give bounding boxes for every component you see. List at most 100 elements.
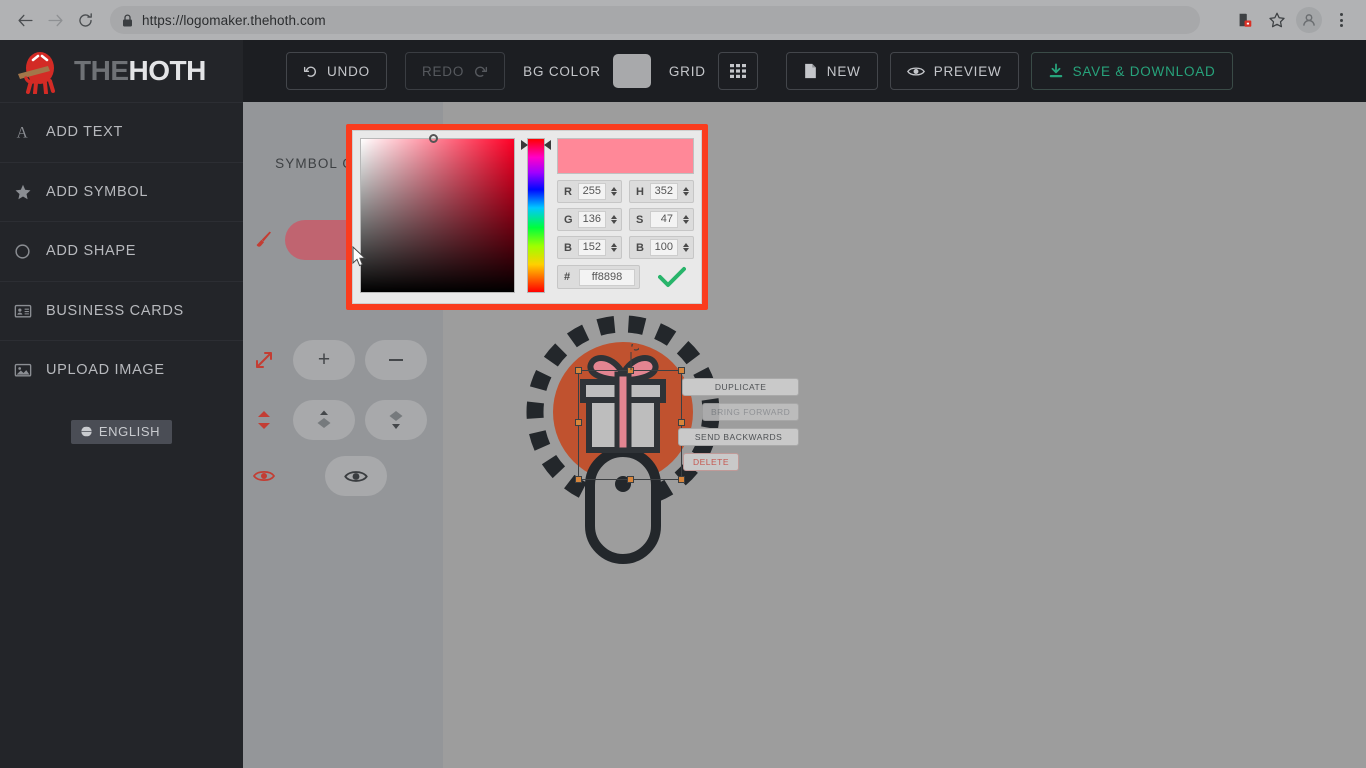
undo-label: UNDO bbox=[327, 63, 370, 79]
field-r-value[interactable]: 255 bbox=[578, 183, 606, 200]
field-b-hsb-label: B bbox=[636, 241, 644, 254]
bg-color-swatch[interactable] bbox=[612, 54, 651, 88]
field-s-stepper[interactable] bbox=[682, 215, 690, 224]
forward-arrow-icon bbox=[47, 14, 63, 26]
preview-label: PREVIEW bbox=[933, 63, 1002, 79]
field-s[interactable]: S 47 bbox=[629, 208, 694, 231]
field-b-rgb-stepper[interactable] bbox=[610, 243, 618, 252]
hue-strip[interactable] bbox=[527, 138, 545, 293]
field-b-rgb-label: B bbox=[564, 241, 572, 254]
resize-handle-tr[interactable] bbox=[678, 367, 685, 374]
send-backwards-button[interactable] bbox=[365, 400, 427, 440]
eye-icon bbox=[344, 470, 368, 482]
size-increase-button[interactable]: + bbox=[293, 340, 355, 380]
option-row-layer bbox=[243, 400, 443, 440]
field-r[interactable]: R 255 bbox=[557, 180, 622, 203]
preview-button[interactable]: PREVIEW bbox=[889, 52, 1019, 90]
resize-arrows-icon bbox=[243, 350, 285, 370]
url-text: https://logomaker.thehoth.com bbox=[142, 12, 326, 28]
sidebar-item-add-text[interactable]: A ADD TEXT bbox=[0, 102, 243, 162]
color-preview-swatch bbox=[557, 138, 694, 174]
brand-the: THE bbox=[74, 55, 129, 86]
reload-button[interactable] bbox=[70, 5, 100, 35]
field-r-stepper[interactable] bbox=[610, 187, 618, 196]
kebab-menu-icon bbox=[1339, 13, 1343, 27]
redo-label: REDO bbox=[421, 63, 465, 79]
hoth-mascot-logo bbox=[18, 52, 55, 94]
sidebar-item-label: ADD SYMBOL bbox=[46, 183, 149, 200]
resize-handle-tl[interactable] bbox=[575, 367, 582, 374]
address-bar[interactable]: https://logomaker.thehoth.com bbox=[110, 6, 1200, 34]
grid-label: GRID bbox=[668, 63, 706, 79]
sidebar-item-add-shape[interactable]: ADD SHAPE bbox=[0, 221, 243, 281]
image-upload-icon bbox=[14, 361, 40, 379]
extension-icon[interactable] bbox=[1230, 5, 1260, 35]
field-h-stepper[interactable] bbox=[682, 187, 690, 196]
field-h-value[interactable]: 352 bbox=[650, 183, 678, 200]
size-increase-label: + bbox=[317, 348, 331, 371]
resize-handle-bc[interactable] bbox=[627, 476, 634, 483]
browser-menu-button[interactable] bbox=[1326, 5, 1356, 35]
document-icon bbox=[804, 63, 816, 79]
sidebar: THEHOTH A ADD TEXT ADD SYMBOL ADD SHAPE bbox=[0, 40, 243, 768]
size-decrease-button[interactable] bbox=[365, 340, 427, 380]
undo-button[interactable]: UNDO bbox=[286, 52, 387, 90]
field-b-hsb-stepper[interactable] bbox=[682, 243, 690, 252]
svg-text:A: A bbox=[17, 124, 29, 140]
profile-avatar[interactable] bbox=[1294, 5, 1324, 35]
grid-toggle-button[interactable] bbox=[717, 52, 758, 90]
paint-brush-icon bbox=[243, 230, 285, 250]
mouse-cursor bbox=[352, 246, 367, 267]
field-h[interactable]: H 352 bbox=[629, 180, 694, 203]
sidebar-item-label: ADD SHAPE bbox=[46, 243, 137, 260]
context-menu-duplicate[interactable]: DUPLICATE bbox=[682, 378, 800, 396]
redo-arrow-icon bbox=[475, 66, 488, 77]
context-menu: DUPLICATE BRING FORWARD SEND BACKWARDS D… bbox=[678, 378, 800, 471]
field-g-stepper[interactable] bbox=[610, 215, 618, 224]
resize-handle-ml[interactable] bbox=[575, 419, 582, 426]
save-download-label: SAVE & DOWNLOAD bbox=[1072, 63, 1216, 79]
hex-field[interactable]: # ff8898 bbox=[557, 265, 640, 289]
avatar bbox=[1296, 7, 1322, 33]
hue-slider[interactable] bbox=[521, 138, 551, 293]
resize-handle-br[interactable] bbox=[678, 476, 685, 483]
selection-box[interactable] bbox=[575, 344, 685, 483]
bookmark-star-icon[interactable] bbox=[1262, 5, 1292, 35]
sidebar-item-add-symbol[interactable]: ADD SYMBOL bbox=[0, 161, 243, 222]
visibility-toggle-button[interactable] bbox=[325, 456, 387, 496]
sv-cursor-handle[interactable] bbox=[429, 134, 438, 143]
saturation-value-area[interactable] bbox=[360, 134, 515, 293]
back-button[interactable] bbox=[10, 5, 40, 35]
context-menu-bring-forward[interactable]: BRING FORWARD bbox=[702, 403, 800, 421]
resize-handle-bl[interactable] bbox=[575, 476, 582, 483]
forward-button[interactable] bbox=[40, 5, 70, 35]
field-b-hsb[interactable]: B 100 bbox=[629, 236, 694, 259]
rotate-handle[interactable] bbox=[623, 344, 639, 370]
sidebar-item-business-cards[interactable]: BUSINESS CARDS bbox=[0, 280, 243, 341]
language-selector[interactable]: ENGLISH bbox=[70, 419, 173, 444]
field-b-rgb[interactable]: B 152 bbox=[557, 236, 622, 259]
save-download-button[interactable]: SAVE & DOWNLOAD bbox=[1030, 52, 1233, 90]
hex-value[interactable]: ff8898 bbox=[579, 268, 635, 286]
field-b-rgb-value[interactable]: 152 bbox=[578, 239, 606, 256]
color-picker-dialog[interactable]: R 255 H 352 G 136 S 47 B 152 B 100 # ff8… bbox=[346, 124, 708, 310]
confirm-color-button[interactable] bbox=[650, 266, 694, 288]
field-g-value[interactable]: 136 bbox=[578, 211, 606, 228]
field-g[interactable]: G 136 bbox=[557, 208, 622, 231]
editor-toolbar: UNDO REDO BG COLOR GRID NEW PREVIEW SAVE… bbox=[243, 40, 1366, 102]
new-button[interactable]: NEW bbox=[785, 52, 878, 90]
logo-maker-app: THEHOTH A ADD TEXT ADD SYMBOL ADD SHAPE bbox=[0, 40, 1366, 768]
field-g-label: G bbox=[564, 213, 573, 226]
context-menu-send-backwards[interactable]: SEND BACKWARDS bbox=[678, 428, 800, 446]
redo-button[interactable]: REDO bbox=[404, 52, 506, 90]
bring-forward-button[interactable] bbox=[293, 400, 355, 440]
field-s-value[interactable]: 47 bbox=[650, 211, 678, 228]
hex-label: # bbox=[564, 271, 571, 283]
sidebar-item-upload-image[interactable]: UPLOAD IMAGE bbox=[0, 340, 243, 400]
context-menu-delete[interactable]: DELETE bbox=[683, 453, 739, 471]
field-b-hsb-value[interactable]: 100 bbox=[650, 239, 678, 256]
brand-logo[interactable]: THEHOTH bbox=[0, 40, 243, 102]
back-arrow-icon bbox=[17, 14, 33, 26]
hue-marker-left-icon bbox=[521, 140, 528, 150]
globe-icon bbox=[79, 425, 93, 437]
